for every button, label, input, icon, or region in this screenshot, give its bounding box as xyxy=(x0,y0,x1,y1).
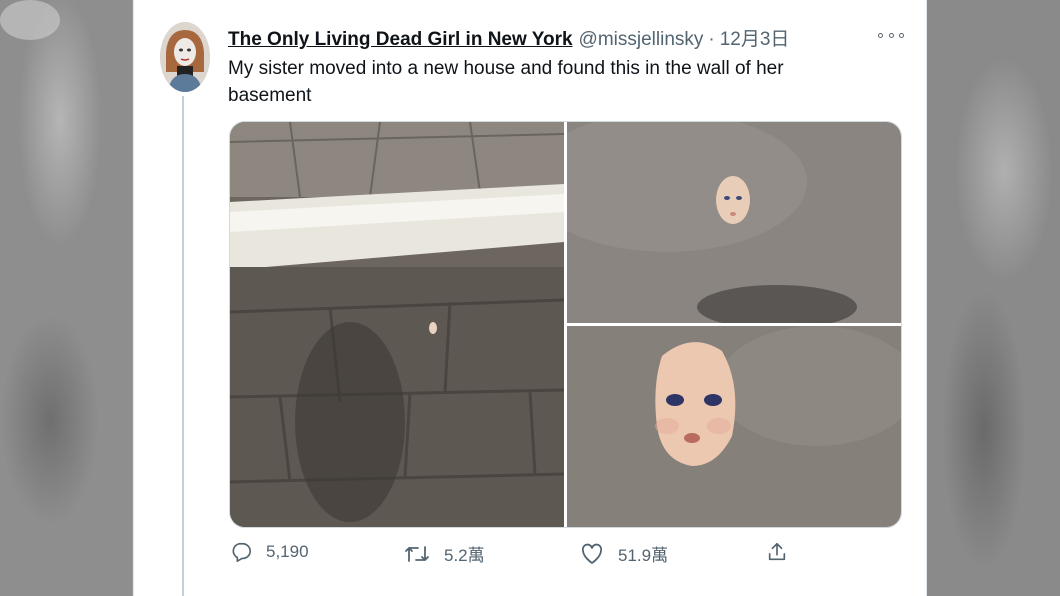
retweet-icon xyxy=(405,545,429,562)
media-grid xyxy=(229,121,902,528)
tweet-actions: 5,190 5.2萬 51.9萬 xyxy=(228,541,908,571)
display-name[interactable]: The Only Living Dead Girl in New York xyxy=(228,29,573,51)
like-button[interactable]: 51.9萬 xyxy=(580,541,668,566)
more-icon[interactable] xyxy=(878,26,904,44)
doll-face-photo xyxy=(567,326,901,527)
like-count: 51.9萬 xyxy=(618,546,669,565)
media-image-wall[interactable] xyxy=(230,122,565,527)
reply-button[interactable]: 5,190 xyxy=(230,541,309,563)
user-handle[interactable]: @missjellinsky xyxy=(579,29,704,51)
retweet-count: 5.2萬 xyxy=(444,546,485,565)
background-blur-left xyxy=(0,0,132,596)
share-icon xyxy=(768,542,786,561)
tweet-card[interactable]: The Only Living Dead Girl in New York @m… xyxy=(133,0,927,596)
background-blur-right xyxy=(924,0,1060,596)
avatar-image xyxy=(160,22,210,92)
media-image-closeup[interactable] xyxy=(527,122,901,329)
tweet-header: The Only Living Dead Girl in New York @m… xyxy=(228,24,789,51)
retweet-button[interactable]: 5.2萬 xyxy=(404,541,485,566)
tweet-text: My sister moved into a new house and fou… xyxy=(228,58,784,106)
closeup-photo xyxy=(527,122,901,329)
blurred-avatar xyxy=(0,0,60,40)
avatar[interactable] xyxy=(160,22,210,92)
reply-count: 5,190 xyxy=(266,542,309,561)
share-button[interactable] xyxy=(766,541,802,563)
separator-dot: · xyxy=(708,29,715,50)
like-icon xyxy=(581,543,603,564)
timestamp[interactable]: 12月3日 xyxy=(720,24,790,51)
media-image-doll-face[interactable] xyxy=(567,326,901,527)
reply-icon xyxy=(232,542,251,562)
wall-photo xyxy=(230,122,565,527)
thread-line xyxy=(182,96,184,596)
